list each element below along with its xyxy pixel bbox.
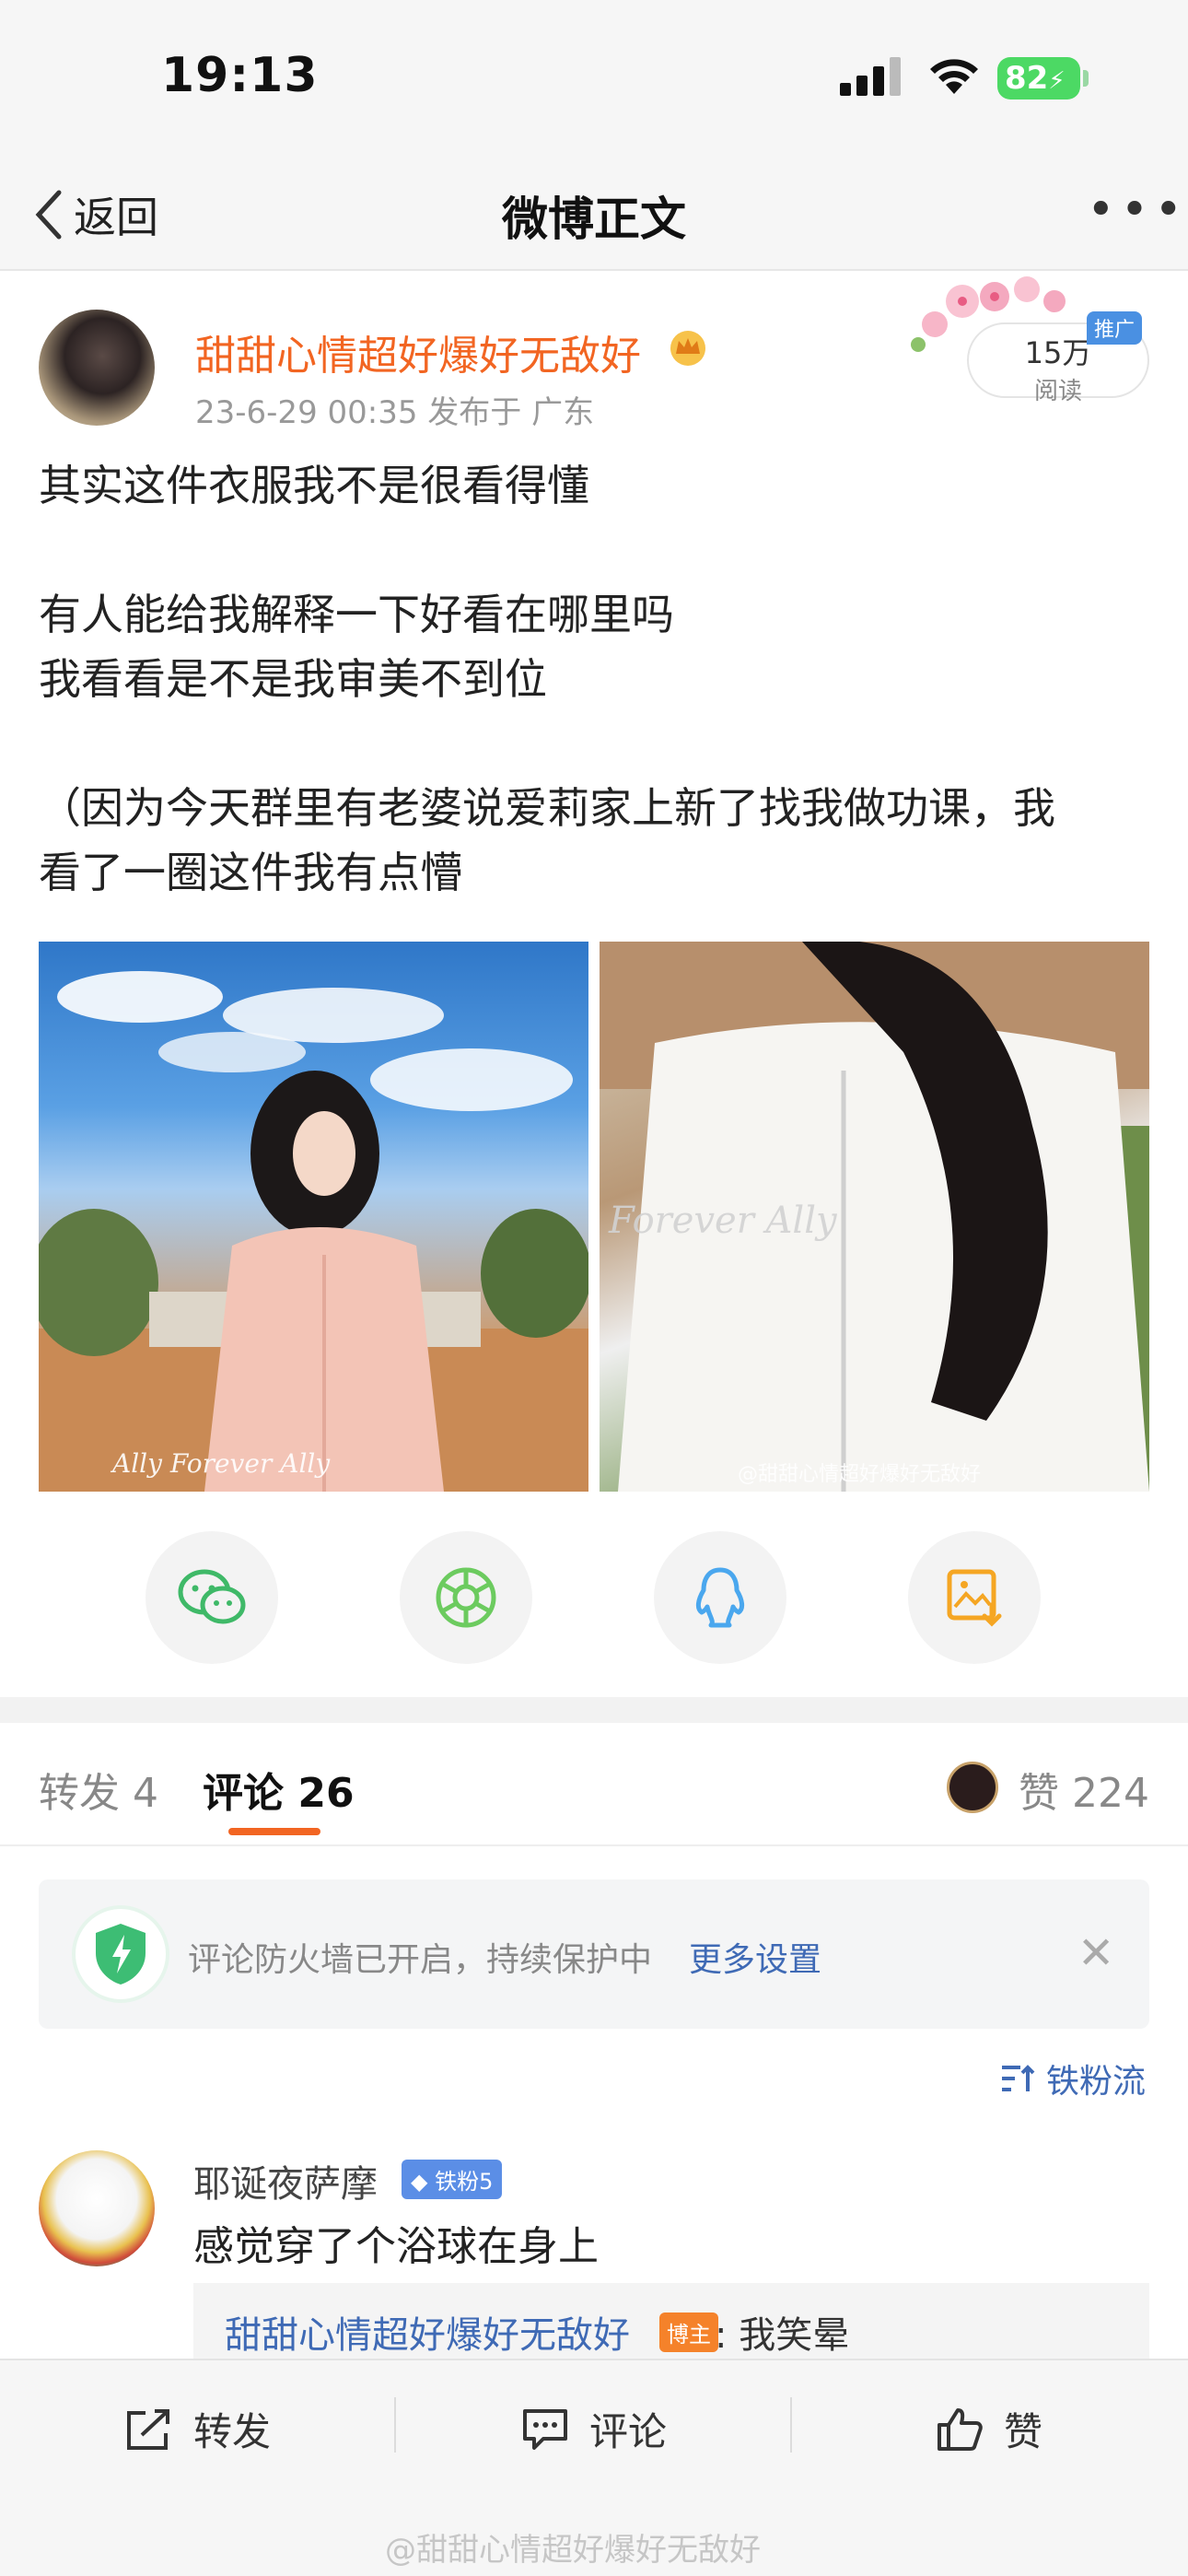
close-icon[interactable]: ✕ xyxy=(1077,1927,1114,1979)
commenter-name[interactable]: 耶诞夜萨摩 xyxy=(193,2154,378,2207)
comment-icon xyxy=(523,2408,567,2450)
desert-photo xyxy=(39,971,588,1492)
battery-level: 82 xyxy=(1005,60,1049,97)
author-avatar[interactable] xyxy=(39,310,155,426)
commenter-avatar[interactable] xyxy=(39,2150,155,2266)
status-time: 19:13 xyxy=(161,48,319,103)
author-name[interactable]: 甜甜心情超好爆好无敌好 xyxy=(195,322,641,381)
image-watermark: Forever Ally xyxy=(609,1200,837,1242)
reply-author[interactable]: 甜甜心情超好爆好无敌好 xyxy=(225,2305,630,2359)
like-button[interactable]: 赞 xyxy=(936,2401,1042,2457)
share-moments-button[interactable] xyxy=(400,1531,532,1664)
share-qq-button[interactable] xyxy=(654,1531,786,1664)
battery-icon: 82⚡ xyxy=(997,57,1080,100)
tab-repost-count: 4 xyxy=(133,1770,158,1817)
read-label: 阅读 xyxy=(1033,378,1082,405)
sort-button[interactable]: 铁粉流 xyxy=(1000,2055,1146,2102)
tab-comments-label: 评论 xyxy=(203,1770,284,1817)
promo-badge[interactable]: 推广 xyxy=(1087,311,1143,345)
comment-label: 评论 xyxy=(589,2409,668,2454)
bottom-separator xyxy=(394,2397,396,2453)
comment-firewall-banner: 评论防火墙已开启，持续保护中 更多设置 ✕ xyxy=(39,1879,1149,2029)
post-text-line: 其实这件衣服我不是很看得懂 xyxy=(39,461,589,510)
more-options-icon[interactable]: ••• xyxy=(1087,182,1188,238)
like-label: 赞 xyxy=(1004,2409,1043,2454)
shield-icon xyxy=(72,1905,169,2003)
share-wechat-button[interactable] xyxy=(146,1531,278,1664)
comment-text: 感觉穿了个浴球在身上 xyxy=(193,2223,599,2270)
sort-label: 铁粉流 xyxy=(1046,2063,1147,2101)
sort-icon xyxy=(1002,2065,1035,2091)
image-watermark: Ally Forever Ally xyxy=(112,1448,331,1479)
active-tab-indicator xyxy=(228,1828,320,1835)
post-text-line: （因为今天群里有老婆说爱莉家上新了找我做功课，我 xyxy=(39,783,1055,833)
tab-likes-label: 赞 xyxy=(1019,1770,1059,1817)
post-image-2[interactable]: Forever Ally @甜甜心情超好爆好无敌好 xyxy=(600,942,1149,1492)
save-image-icon xyxy=(947,1569,1002,1627)
tab-likes[interactable]: 赞 224 xyxy=(1019,1760,1149,1819)
repost-button[interactable]: 转发 xyxy=(125,2401,271,2457)
reply-text: : 我笑晕 xyxy=(715,2314,850,2357)
firewall-text: 评论防火墙已开启，持续保护中 xyxy=(188,1941,653,1979)
tab-repost-label: 转发 xyxy=(39,1770,120,1817)
nav-bar: 返回 微博正文 ••• xyxy=(0,157,1188,271)
post-text-line: 我看看是不是我审美不到位 xyxy=(39,654,547,704)
post-meta: 23-6-29 00:35 发布于 广东 xyxy=(195,394,595,431)
fan-badge: ◆ 铁粉5 xyxy=(402,2160,503,2199)
post-image-1[interactable]: Ally Forever Ally xyxy=(39,942,588,1492)
more-settings-link[interactable]: 更多设置 xyxy=(689,1933,821,1981)
qq-icon xyxy=(695,1567,745,1628)
post-text-line: 有人能给我解释一下好看在哪里吗 xyxy=(39,590,674,639)
tabs-divider xyxy=(0,1844,1188,1846)
moments-icon xyxy=(436,1567,496,1628)
comment-button[interactable]: 评论 xyxy=(521,2401,667,2457)
status-bar: 19:13 82⚡ xyxy=(0,0,1188,157)
battery-tip xyxy=(1083,70,1089,87)
image-credit: @甜甜心情超好爆好无敌好 xyxy=(738,1463,982,1486)
tab-comments-count: 26 xyxy=(297,1770,355,1817)
save-image-button[interactable] xyxy=(908,1531,1041,1664)
fan-badge-label: 铁粉5 xyxy=(435,2169,494,2195)
wifi-icon xyxy=(930,59,978,94)
post-text-line: 看了一圈这件我有点懵 xyxy=(39,848,462,897)
liker-avatar[interactable] xyxy=(947,1762,998,1813)
repost-label: 转发 xyxy=(193,2409,272,2454)
repost-icon xyxy=(127,2408,169,2450)
weibo-watermark: @甜甜心情超好爆好无敌好 xyxy=(385,2532,761,2569)
tab-comments[interactable]: 评论 26 xyxy=(203,1760,355,1819)
tab-likes-count: 224 xyxy=(1072,1770,1149,1817)
section-divider xyxy=(0,1697,1188,1723)
bottom-separator xyxy=(790,2397,792,2453)
host-badge: 博主 xyxy=(659,2313,718,2352)
cellular-signal-icon xyxy=(840,57,901,96)
wechat-icon xyxy=(178,1569,246,1624)
page-title: 微博正文 xyxy=(502,193,686,246)
thumbs-up-icon xyxy=(938,2407,983,2451)
vip-crown-icon xyxy=(670,331,705,366)
tab-repost[interactable]: 转发 4 xyxy=(39,1760,158,1819)
